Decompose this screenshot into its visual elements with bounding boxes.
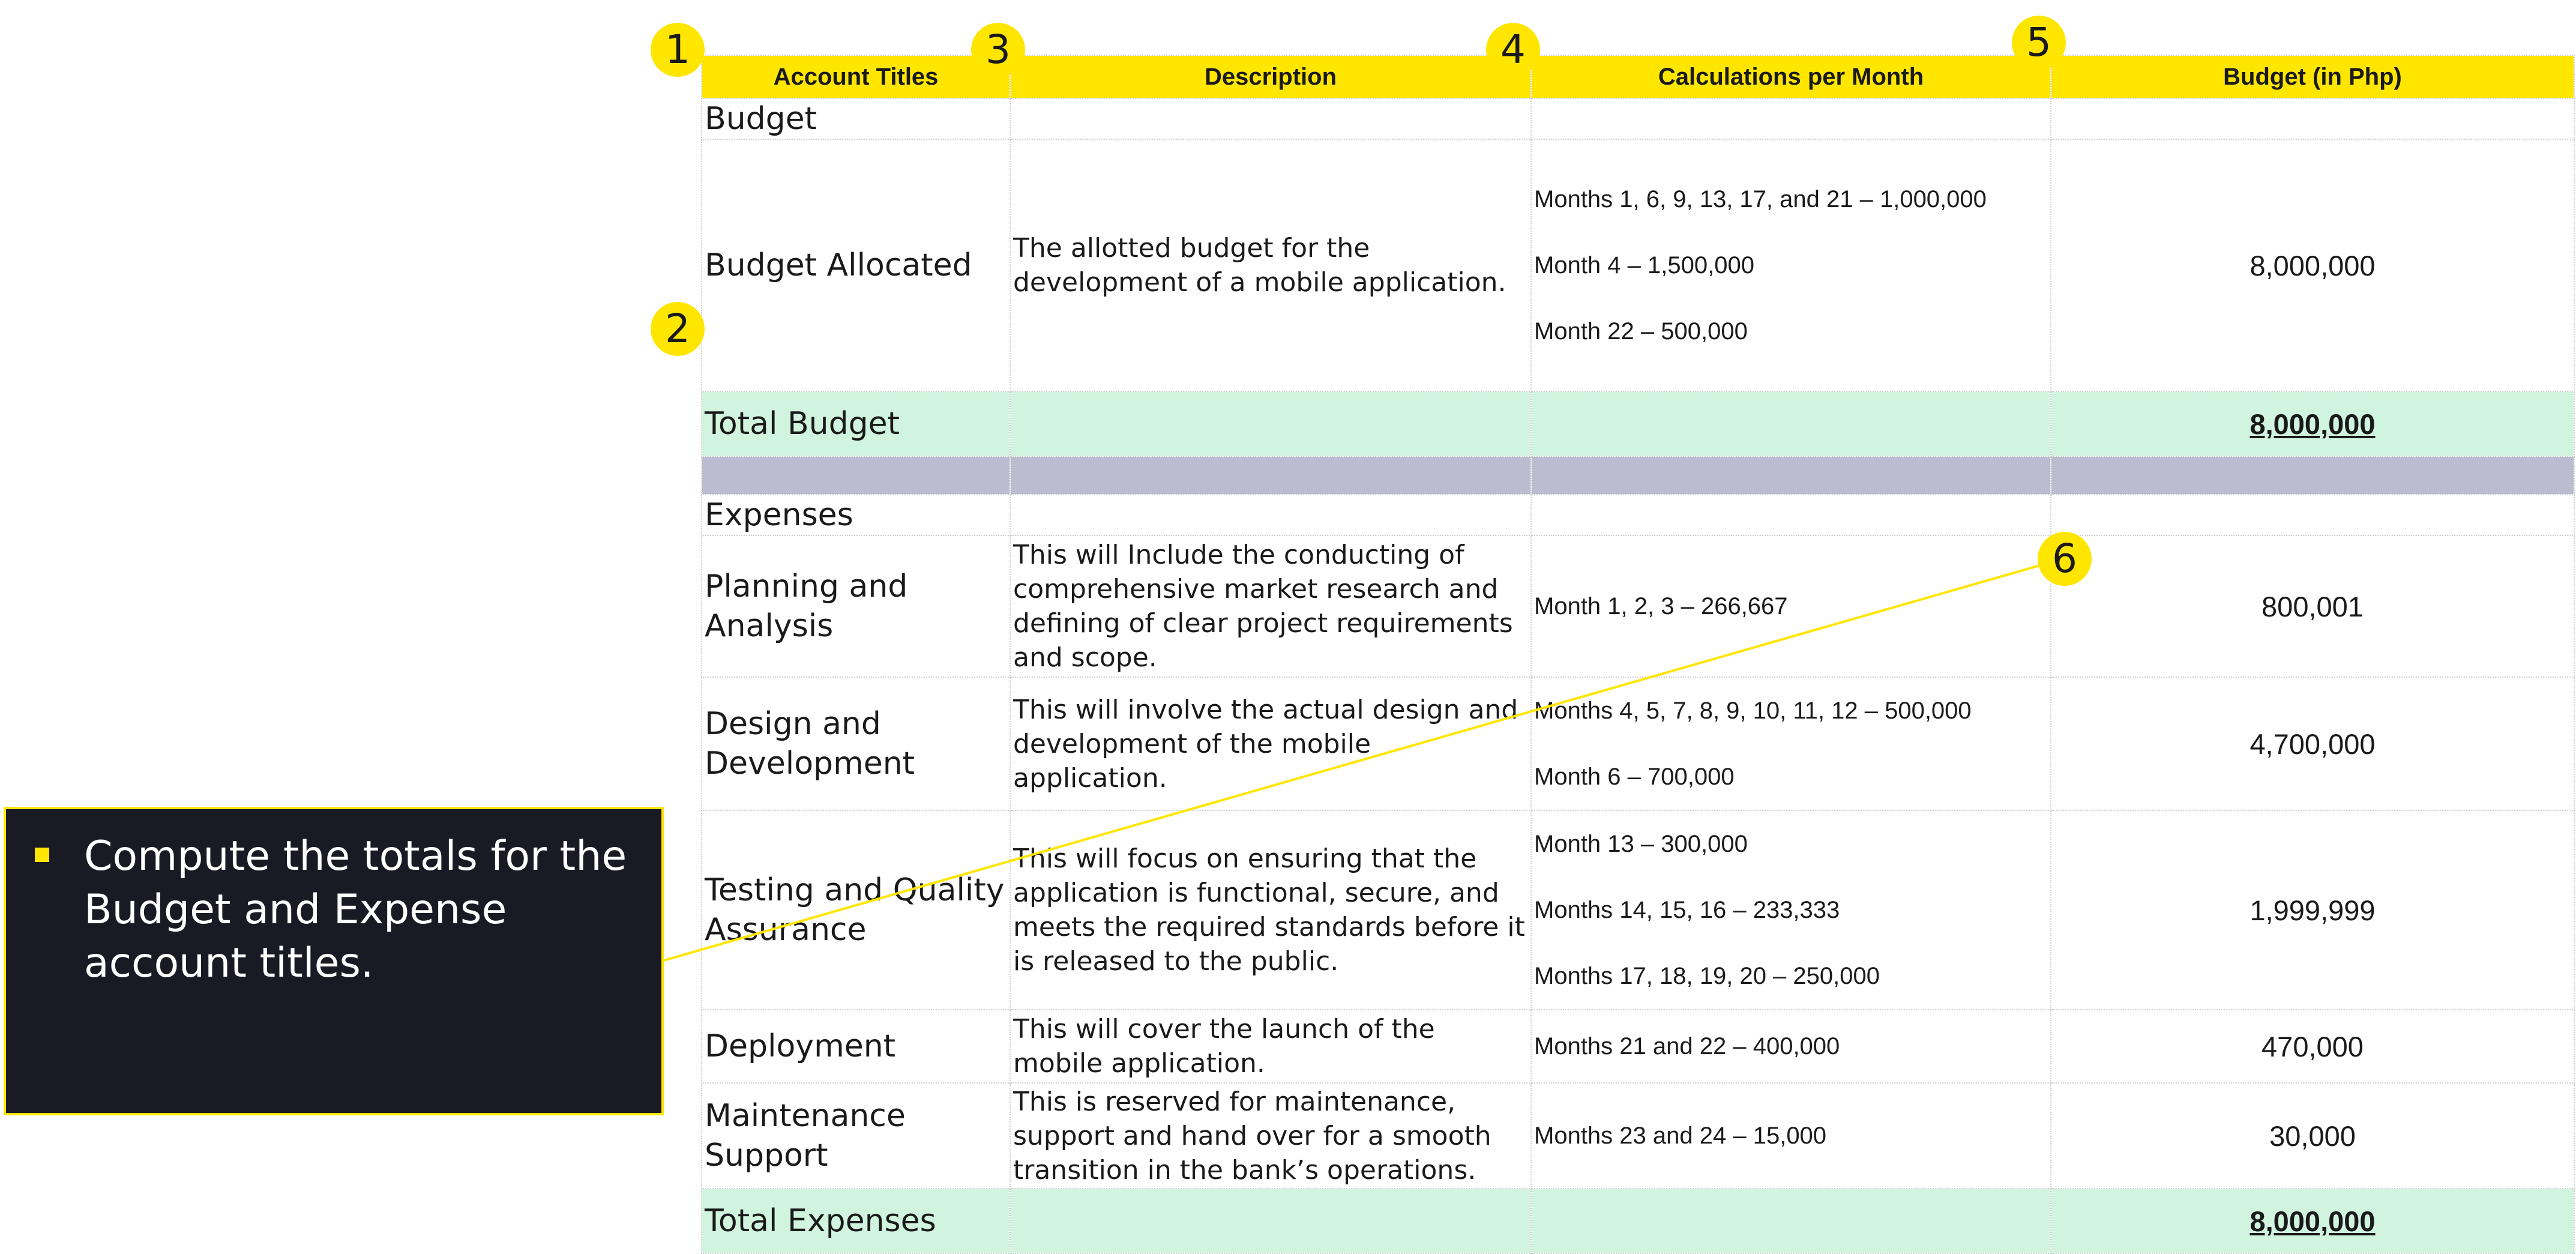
expenses-section-row: Expenses (701, 494, 2575, 536)
calculations: Months 23 and 24 – 15,000 (1530, 1082, 2051, 1189)
total-budget-row: Total Budget 8,000,000 (701, 391, 2575, 457)
table-row: Maintenance Support This is reserved for… (701, 1082, 2575, 1189)
calculations: Months 21 and 22 – 400,000 (1530, 1009, 2051, 1084)
callout-text: Compute the totals for the Budget and Ex… (84, 833, 627, 987)
calculations: Months 4, 5, 7, 8, 9, 10, 11, 12 – 500,0… (1530, 677, 2051, 811)
budget-amount: 30,000 (2050, 1082, 2575, 1189)
instruction-callout: Compute the totals for the Budget and Ex… (4, 807, 664, 1115)
calc-line: Months 17, 18, 19, 20 – 250,000 (1534, 963, 1880, 989)
description: The allotted budget for the development … (1010, 139, 1532, 392)
marker-1: 1 (651, 23, 705, 77)
calc-line: Months 21 and 22 – 400,000 (1534, 1032, 1840, 1060)
budget-section-row: Budget (701, 98, 2575, 140)
header-account-titles: Account Titles (701, 55, 1011, 99)
calc-line: Month 4 – 1,500,000 (1534, 252, 1754, 279)
calc-line: Months 23 and 24 – 15,000 (1534, 1122, 1827, 1149)
description: This will involve the actual design and … (1010, 677, 1532, 811)
calc-line: Month 6 – 700,000 (1534, 764, 1735, 790)
account-title: Budget Allocated (701, 139, 1011, 392)
total-expenses-amount: 8,000,000 (2050, 1188, 2575, 1254)
calculations: Months 1, 6, 9, 13, 17, and 21 – 1,000,0… (1530, 139, 2051, 392)
total-expenses-row: Total Expenses 8,000,000 (701, 1188, 2575, 1254)
total-budget-label: Total Budget (701, 391, 1011, 457)
marker-3: 3 (971, 23, 1025, 77)
description: This will Include the conducting of comp… (1010, 535, 1532, 678)
budget-amount: 1,999,999 (2050, 810, 2575, 1010)
total-budget-amount: 8,000,000 (2050, 391, 2575, 457)
account-title: Maintenance Support (701, 1082, 1011, 1189)
calc-line: Month 13 – 300,000 (1534, 831, 1748, 857)
description: This will focus on ensuring that the app… (1010, 810, 1532, 1010)
header-budget: Budget (in Php) (2050, 55, 2575, 99)
calc-line: Months 14, 15, 16 – 233,333 (1534, 897, 1840, 923)
marker-4: 4 (1486, 23, 1540, 77)
separator-row (701, 456, 2575, 495)
budget-amount: 4,700,000 (2050, 677, 2575, 811)
account-title: Design and Development (701, 677, 1011, 811)
table-row: Testing and Quality Assurance This will … (701, 810, 2575, 1010)
calculations: Month 1, 2, 3 – 266,667 (1530, 535, 2051, 678)
table-row: Budget Allocated The allotted budget for… (701, 139, 2575, 392)
description: This is reserved for maintenance, suppor… (1010, 1082, 1532, 1189)
budget-amount: 8,000,000 (2050, 139, 2575, 392)
budget-section-label: Budget (701, 98, 1011, 140)
calc-line: Month 1, 2, 3 – 266,667 (1534, 592, 1788, 619)
marker-5: 5 (2012, 16, 2066, 70)
account-title: Testing and Quality Assurance (701, 810, 1011, 1010)
account-title: Deployment (701, 1009, 1011, 1084)
budget-amount: 800,001 (2050, 535, 2575, 678)
total-expenses-label: Total Expenses (701, 1188, 1011, 1254)
marker-6: 6 (2038, 532, 2092, 586)
description: This will cover the launch of the mobile… (1010, 1009, 1532, 1084)
bullet-icon (35, 848, 49, 862)
expenses-section-label: Expenses (701, 494, 1011, 536)
table-row: Deployment This will cover the launch of… (701, 1009, 2575, 1084)
header-description: Description (1010, 55, 1532, 99)
calc-line: Months 4, 5, 7, 8, 9, 10, 11, 12 – 500,0… (1534, 698, 1972, 724)
budget-amount: 470,000 (2050, 1009, 2575, 1084)
table-row: Design and Development This will involve… (701, 677, 2575, 811)
header-calculations: Calculations per Month (1530, 55, 2051, 99)
table-row: Planning and Analysis This will Include … (701, 535, 2575, 678)
marker-2: 2 (651, 302, 705, 356)
budget-table: Account Titles Description Calculations … (701, 55, 2575, 1254)
calc-line: Month 22 – 500,000 (1534, 318, 1748, 345)
calc-line: Months 1, 6, 9, 13, 17, and 21 – 1,000,0… (1534, 186, 1987, 213)
calculations: Month 13 – 300,000 Months 14, 15, 16 – 2… (1530, 810, 2051, 1010)
account-title: Planning and Analysis (701, 535, 1011, 678)
